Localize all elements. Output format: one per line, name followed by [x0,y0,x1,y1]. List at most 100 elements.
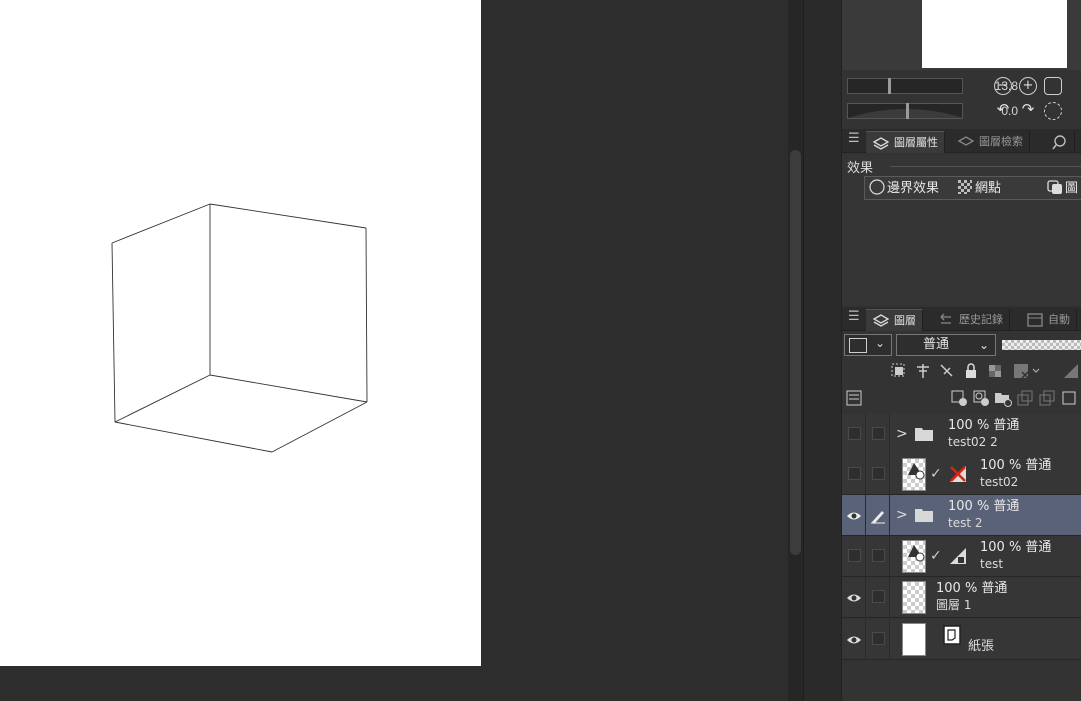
visibility-cell[interactable] [842,414,866,455]
canvas-area[interactable] [0,0,788,701]
lock-cell[interactable] [866,577,890,618]
zoom-out-icon[interactable]: − [994,77,1012,95]
navigator-preview[interactable] [842,0,1081,70]
expand-chevron-icon[interactable]: > [896,507,908,523]
lock-icon[interactable] [962,362,980,380]
visibility-checkbox[interactable] [848,427,861,440]
edit-checkbox[interactable] [872,590,885,603]
lock-cell[interactable] [866,454,890,495]
tab-history[interactable]: 歷史記錄 [931,309,1010,331]
layer-thumbnail [902,540,926,573]
layer-toolbar: ⌄ 普通 ⌄ [842,331,1081,415]
tab-extra[interactable] [1044,131,1075,153]
blend-mode-select[interactable]: 普通 ⌄ [896,334,996,356]
visibility-cell[interactable] [842,577,866,618]
zoom-slider-knob[interactable] [888,78,891,94]
folder-icon [915,428,933,441]
visibility-cell[interactable] [842,536,866,577]
mask-disabled-icon[interactable] [948,464,968,484]
scrollbar-thumb[interactable] [790,150,801,555]
circle-icon [869,179,885,195]
color-square [849,338,867,353]
folder-icon [915,509,933,522]
effect-legend: 效果 [847,157,876,176]
history-icon [940,313,951,324]
draft-layer-icon[interactable] [938,362,956,380]
tone-button[interactable]: 網點 [957,179,1001,198]
rotate-slider[interactable] [847,103,964,119]
visibility-checkbox[interactable] [848,549,861,562]
copy-layer-icon[interactable] [1016,389,1034,407]
rotate-right-icon[interactable]: ↷ [1019,102,1037,120]
visibility-checkbox[interactable] [848,467,861,480]
rotate-slider-knob[interactable] [906,103,909,119]
new-vector-layer-icon[interactable] [972,389,990,407]
lock-cell[interactable] [866,495,890,536]
layer-list-icon[interactable] [845,389,863,407]
edit-checkbox[interactable] [872,632,885,645]
rotate-row: 0.0 ↶ ↷ [842,100,1081,122]
tab-label: 歷史記錄 [959,313,1003,326]
navigator-page-thumb [922,0,1067,68]
tab-layer-search[interactable]: 圖層檢索 [951,131,1030,153]
ruler-icon[interactable] [1062,362,1080,380]
layer-row[interactable]: 紙張 [842,619,1081,660]
rotate-left-icon[interactable]: ↶ [994,102,1012,120]
visibility-cell[interactable] [842,619,866,660]
zoom-in-icon[interactable]: + [1019,77,1037,95]
pen-icon[interactable] [870,508,886,524]
layer-name: test 2 [948,516,983,530]
3d-model-icon [908,545,925,562]
reference-layer-icon[interactable] [914,362,932,380]
delete-layer-icon[interactable] [1060,389,1078,407]
layer-row-selected[interactable]: > 100 % 普通 test 2 [842,495,1081,536]
layer-row[interactable]: > 100 % 普通 test02 2 [842,414,1081,455]
layer-thumbnail [902,623,926,656]
fit-view-icon[interactable] [1044,77,1062,95]
layer-color-button[interactable]: 圖 [1047,179,1078,198]
layer-opacity-blend: 100 % 普通 [948,418,1020,433]
zoom-row: 13.8 − + [842,75,1081,97]
artboard[interactable] [0,0,481,666]
eye-icon[interactable] [846,590,862,606]
layer-name: 紙張 [968,639,995,654]
layer-opacity-blend: 100 % 普通 [980,458,1052,473]
layer-color-swatch[interactable]: ⌄ [844,334,892,356]
edit-checkbox[interactable] [872,549,885,562]
canvas-scrollbar[interactable] [788,0,803,701]
blend-mode-value: 普通 [923,337,950,352]
mask-icon[interactable] [948,546,968,566]
layer-row[interactable]: 100 % 普通 圖層 1 [842,577,1081,618]
panel-menu-icon[interactable]: ☰ [848,132,860,145]
layer-property-icon [872,137,890,150]
eye-icon[interactable] [846,632,862,648]
merge-layer-icon[interactable] [1038,389,1056,407]
tab-layer[interactable]: 圖層 [866,309,923,331]
border-effect-button[interactable]: 邊界效果 [869,179,939,198]
right-panel: 13.8 − + 0.0 ↶ ↷ ☰ 圖層屬性 圖層檢索 效果 邊界效果 網點 … [841,0,1081,701]
layer-row[interactable]: ✓ 100 % 普通 test02 [842,454,1081,495]
new-folder-icon[interactable] [994,389,1012,407]
edit-checkbox[interactable] [872,427,885,440]
edit-checkbox[interactable] [872,467,885,480]
layer-row[interactable]: ✓ 100 % 普通 test [842,536,1081,577]
panel-menu-icon[interactable]: ☰ [848,310,860,323]
clipping-icon[interactable] [890,362,908,380]
reset-rotation-icon[interactable] [1044,102,1062,120]
eye-icon[interactable] [846,508,862,524]
mask-icon[interactable] [1012,362,1042,380]
visibility-cell[interactable] [842,495,866,536]
tab-auto-action[interactable]: 自動 [1020,309,1077,331]
zoom-slider[interactable] [847,78,963,94]
opacity-slider[interactable] [1002,340,1081,350]
lock-transparent-icon[interactable] [986,362,1004,380]
search-icon [1052,135,1066,150]
visibility-cell[interactable] [842,454,866,495]
new-raster-layer-icon[interactable] [950,389,968,407]
effect-label: 圖 [1065,181,1079,196]
expand-chevron-icon[interactable]: > [896,426,908,442]
tab-layer-property[interactable]: 圖層屬性 [866,131,945,153]
lock-cell[interactable] [866,619,890,660]
lock-cell[interactable] [866,414,890,455]
lock-cell[interactable] [866,536,890,577]
